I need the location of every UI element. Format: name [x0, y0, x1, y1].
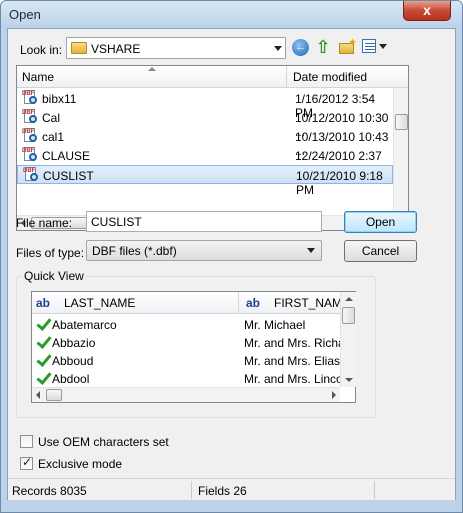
look-in-label: Look in:: [20, 43, 63, 57]
chevron-down-icon: [379, 44, 387, 49]
close-button[interactable]: x: [403, 1, 451, 21]
text-field-type-icon: ab: [246, 296, 261, 310]
records-count: Records 8035: [12, 484, 87, 498]
dbf-file-icon: DBF: [22, 128, 39, 144]
checkmark-icon: [35, 370, 51, 386]
first-name-cell: Mr. and Mrs. Lincol: [244, 372, 340, 386]
quick-view-grid-header: ab LAST_NAME ab FIRST_NAM: [32, 292, 342, 314]
checkmark-icon: [35, 352, 51, 368]
last-name-cell: Abatemarco: [52, 318, 117, 332]
quick-view-group: Quick View ab LAST_NAME ab FIRST_NAM Aba…: [16, 269, 376, 418]
folder-icon: [71, 42, 87, 54]
file-name: CLAUSE: [42, 149, 91, 163]
fields-count: Fields 26: [198, 484, 247, 498]
column-header-date-modified[interactable]: Date modified: [287, 66, 393, 88]
back-arrow-icon[interactable]: ←: [292, 39, 309, 56]
file-row[interactable]: DBF CLAUSE 12/24/2010 2:37 PM: [17, 146, 393, 177]
file-list-header: Name Date modified: [17, 66, 408, 88]
exclusive-mode-label: Exclusive mode: [38, 457, 123, 471]
first-name-cell: Mr. and Mrs. Richa: [244, 336, 340, 350]
look-in-value: VSHARE: [91, 42, 141, 56]
file-name: bibx11: [42, 92, 77, 106]
file-row[interactable]: DBF cal1 10/13/2010 10:43 ...: [17, 127, 393, 158]
column-header-date-label: Date modified: [293, 70, 368, 84]
file-row-selected[interactable]: DBF CUSLIST 10/21/2010 9:18 PM: [17, 165, 393, 197]
grid-vertical-scrollbar[interactable]: [340, 292, 356, 387]
column-header-first-name[interactable]: FIRST_NAM: [274, 296, 342, 310]
file-name-label: File name:: [16, 216, 73, 230]
vertical-scroll-thumb[interactable]: [395, 114, 408, 130]
file-list[interactable]: Name Date modified DBF bibx11 1/16/2012 …: [16, 65, 409, 231]
exclusive-mode-checkbox[interactable]: [20, 455, 33, 470]
text-field-type-icon: ab: [36, 296, 51, 310]
view-grid-icon: [362, 39, 376, 53]
column-header-name[interactable]: Name: [17, 66, 287, 88]
dbf-file-icon: DBF: [22, 109, 39, 125]
file-name: cal1: [42, 130, 65, 144]
horizontal-scroll-thumb[interactable]: [46, 389, 62, 401]
look-in-dropdown[interactable]: VSHARE: [66, 37, 286, 59]
title-bar[interactable]: Open x: [1, 1, 462, 27]
table-row[interactable]: Abboud Mr. and Mrs. Elias: [32, 351, 340, 369]
file-type-label: Files of type:: [16, 246, 85, 260]
checkmark-icon: [35, 334, 51, 350]
chevron-down-icon[interactable]: [274, 46, 282, 51]
oem-characters-checkbox[interactable]: [20, 435, 33, 448]
open-dialog-window: Open x Look in: VSHARE ← ⇧ ✦ Name Date m…: [0, 0, 463, 513]
quick-view-title: Quick View: [22, 269, 86, 283]
table-row[interactable]: Abdool Mr. and Mrs. Lincol: [32, 369, 340, 387]
first-name-cell: Mr. Michael: [244, 318, 306, 332]
file-type-dropdown[interactable]: DBF files (*.dbf): [86, 240, 322, 261]
window-title: Open: [9, 7, 41, 22]
file-name-input[interactable]: CUSLIST: [86, 211, 322, 232]
last-name-cell: Abbazio: [52, 336, 96, 350]
scroll-up-icon[interactable]: [345, 297, 353, 301]
dialog-body: Look in: VSHARE ← ⇧ ✦ Name Date modified: [7, 28, 456, 500]
vertical-scroll-thumb[interactable]: [342, 307, 355, 324]
file-name: Cal: [42, 111, 61, 125]
views-menu-icon[interactable]: [362, 39, 390, 55]
status-bar: Records 8035 Fields 26: [8, 478, 455, 500]
dbf-file-icon: DBF: [23, 167, 40, 183]
oem-characters-label: Use OEM characters set: [38, 435, 169, 449]
file-row[interactable]: DBF bibx11 1/16/2012 3:54 PM: [17, 89, 393, 120]
table-row[interactable]: Abbazio Mr. and Mrs. Richa: [32, 333, 340, 351]
column-header-last-name[interactable]: LAST_NAME: [64, 296, 135, 310]
file-row[interactable]: DBF Cal 10/12/2010 10:30 ...: [17, 108, 393, 139]
first-name-cell: Mr. and Mrs. Elias: [244, 354, 340, 368]
dbf-file-icon: DBF: [22, 147, 39, 163]
grid-horizontal-scrollbar[interactable]: [32, 387, 340, 402]
table-row[interactable]: Abatemarco Mr. Michael: [32, 315, 340, 333]
scroll-left-icon[interactable]: [36, 391, 40, 399]
up-folder-icon[interactable]: ⇧: [314, 37, 332, 57]
file-date: 10/21/2010 9:18 PM: [296, 169, 383, 197]
checkmark-icon: [35, 316, 51, 332]
quick-view-grid[interactable]: ab LAST_NAME ab FIRST_NAM Abatemarco Mr.…: [31, 291, 356, 403]
cancel-button[interactable]: Cancel: [344, 240, 417, 262]
column-header-name-label: Name: [22, 70, 55, 84]
open-button[interactable]: Open: [344, 211, 417, 233]
scroll-right-icon[interactable]: [332, 391, 336, 399]
last-name-cell: Abboud: [52, 354, 94, 368]
dbf-file-icon: DBF: [22, 90, 39, 106]
chevron-down-icon[interactable]: [307, 248, 315, 253]
sparkle-icon: ✦: [348, 37, 358, 49]
file-type-value: DBF files (*.dbf): [92, 244, 177, 258]
new-folder-icon[interactable]: ✦: [338, 37, 358, 55]
scroll-down-icon[interactable]: [345, 378, 353, 382]
sort-up-icon: [148, 67, 156, 71]
file-list-vertical-scrollbar[interactable]: [393, 88, 408, 216]
last-name-cell: Abdool: [52, 372, 90, 386]
file-name: CUSLIST: [43, 169, 94, 183]
